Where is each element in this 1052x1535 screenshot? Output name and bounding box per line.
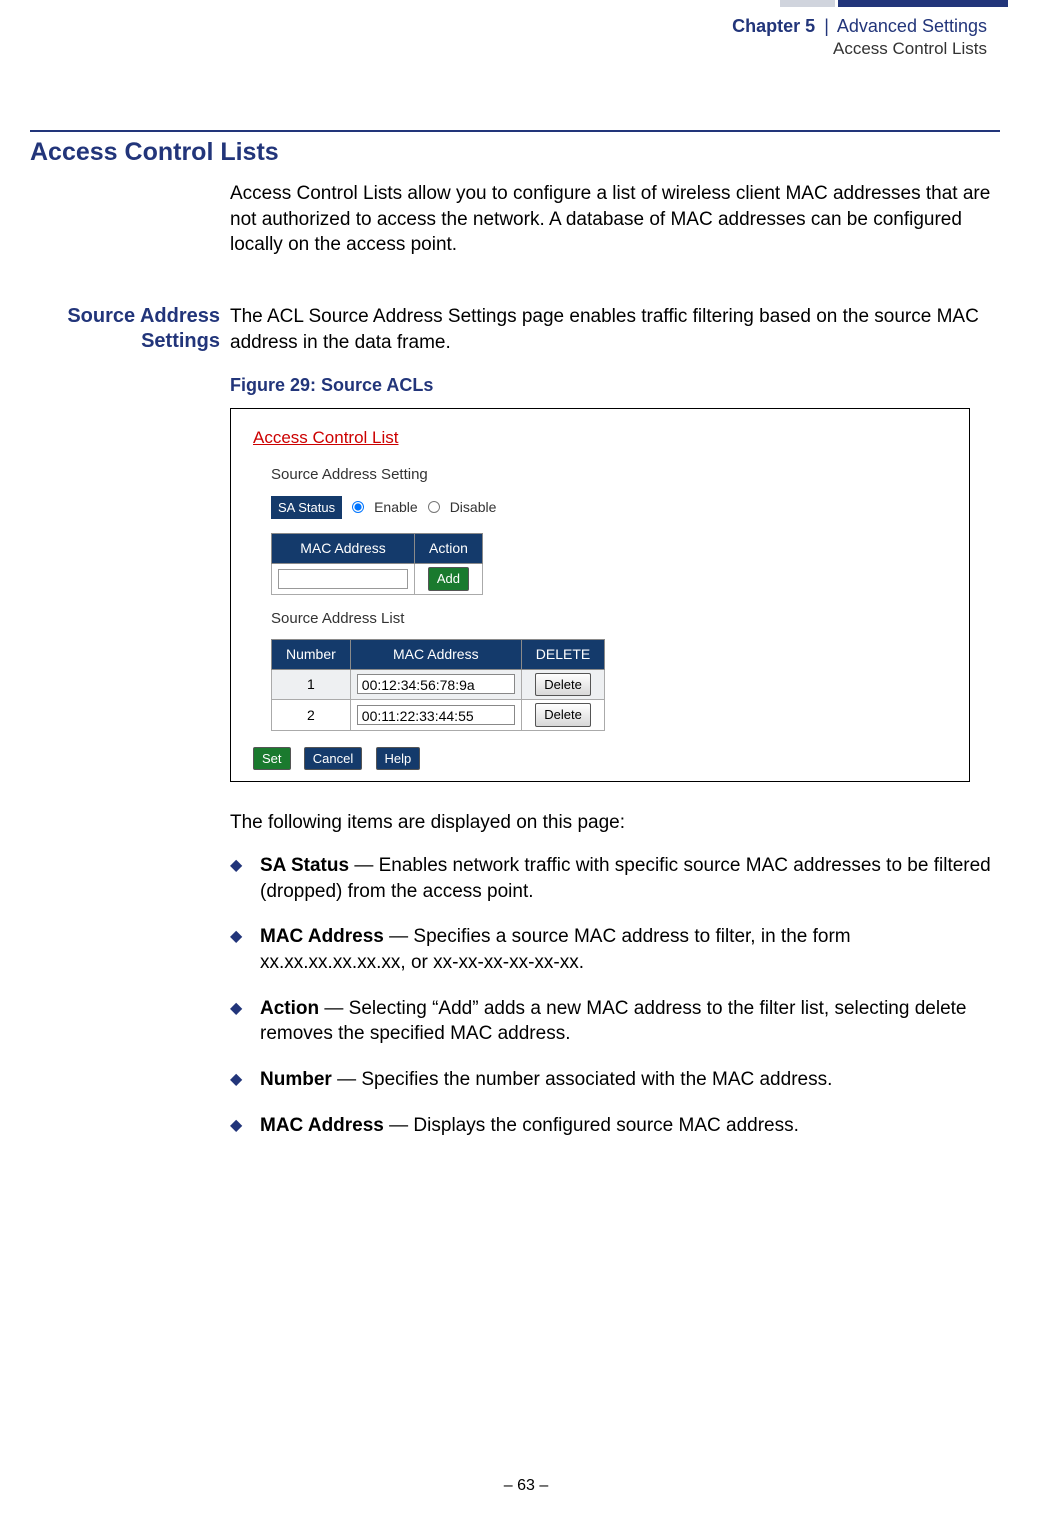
list-col-delete: DELETE <box>521 639 604 669</box>
chapter-title: Advanced Settings <box>837 16 987 36</box>
section-title: Access Control Lists <box>30 138 1000 167</box>
acl-list-table: Number MAC Address DELETE 1 00:12:34:56:… <box>271 639 605 731</box>
bullet-icon: ◆ <box>230 996 260 1047</box>
list-row-mac: 00:11:22:33:44:55 <box>357 705 515 725</box>
sa-status-disable-radio[interactable] <box>428 501 440 513</box>
sa-status-disable-label: Disable <box>450 498 497 517</box>
items-intro: The following items are displayed on thi… <box>230 810 1000 836</box>
list-item: ◆ MAC Address — Specifies a source MAC a… <box>230 924 1000 975</box>
cancel-button[interactable]: Cancel <box>304 747 362 771</box>
help-button[interactable]: Help <box>376 747 421 771</box>
figure-acl-ui: Access Control List Source Address Setti… <box>230 408 970 782</box>
acl-list-heading: Source Address List <box>271 609 947 629</box>
list-row-mac: 00:12:34:56:78:9a <box>357 674 515 694</box>
list-item: ◆ Action — Selecting “Add” adds a new MA… <box>230 996 1000 1047</box>
list-row-number: 1 <box>272 669 351 700</box>
list-row-number: 2 <box>272 700 351 731</box>
sa-status-label: SA Status <box>271 496 342 520</box>
list-col-mac: MAC Address <box>350 639 521 669</box>
list-col-number: Number <box>272 639 351 669</box>
acl-sa-heading: Source Address Setting <box>271 465 947 485</box>
section-breadcrumb: Access Control Lists <box>0 38 987 59</box>
page-header: Chapter 5 | Advanced Settings Access Con… <box>0 0 1052 59</box>
chapter-sep: | <box>820 16 833 36</box>
page-number: – 63 – <box>0 1477 1052 1495</box>
list-item: ◆ SA Status — Enables network traffic wi… <box>230 853 1000 904</box>
chapter-line: Chapter 5 | Advanced Settings <box>0 15 987 38</box>
acl-add-table: MAC Address Action Add <box>271 533 483 594</box>
mac-input[interactable] <box>278 569 408 589</box>
list-item: ◆ MAC Address — Displays the configured … <box>230 1113 1000 1139</box>
add-col-action: Action <box>415 534 483 564</box>
acl-title: Access Control List <box>253 427 947 450</box>
add-button[interactable]: Add <box>428 567 469 591</box>
add-col-mac: MAC Address <box>272 534 415 564</box>
sa-status-enable-label: Enable <box>374 498 418 517</box>
section-intro: Access Control Lists allow you to config… <box>230 181 1000 258</box>
bullet-icon: ◆ <box>230 853 260 904</box>
subsection-body: The ACL Source Address Settings page ena… <box>230 304 1000 355</box>
list-item: ◆ Number — Specifies the number associat… <box>230 1067 1000 1093</box>
bullet-list: ◆ SA Status — Enables network traffic wi… <box>230 853 1000 1138</box>
bullet-icon: ◆ <box>230 1113 260 1139</box>
delete-button[interactable]: Delete <box>535 673 591 697</box>
figure-caption: Figure 29: Source ACLs <box>230 373 1000 397</box>
bullet-icon: ◆ <box>230 924 260 975</box>
sa-status-enable-radio[interactable] <box>352 501 364 513</box>
set-button[interactable]: Set <box>253 747 291 771</box>
horizontal-rule <box>30 130 1000 132</box>
bullet-icon: ◆ <box>230 1067 260 1093</box>
delete-button[interactable]: Delete <box>535 703 591 727</box>
subsection-side-title: Source Address Settings <box>30 304 230 1158</box>
chapter-number: Chapter 5 <box>732 16 815 36</box>
